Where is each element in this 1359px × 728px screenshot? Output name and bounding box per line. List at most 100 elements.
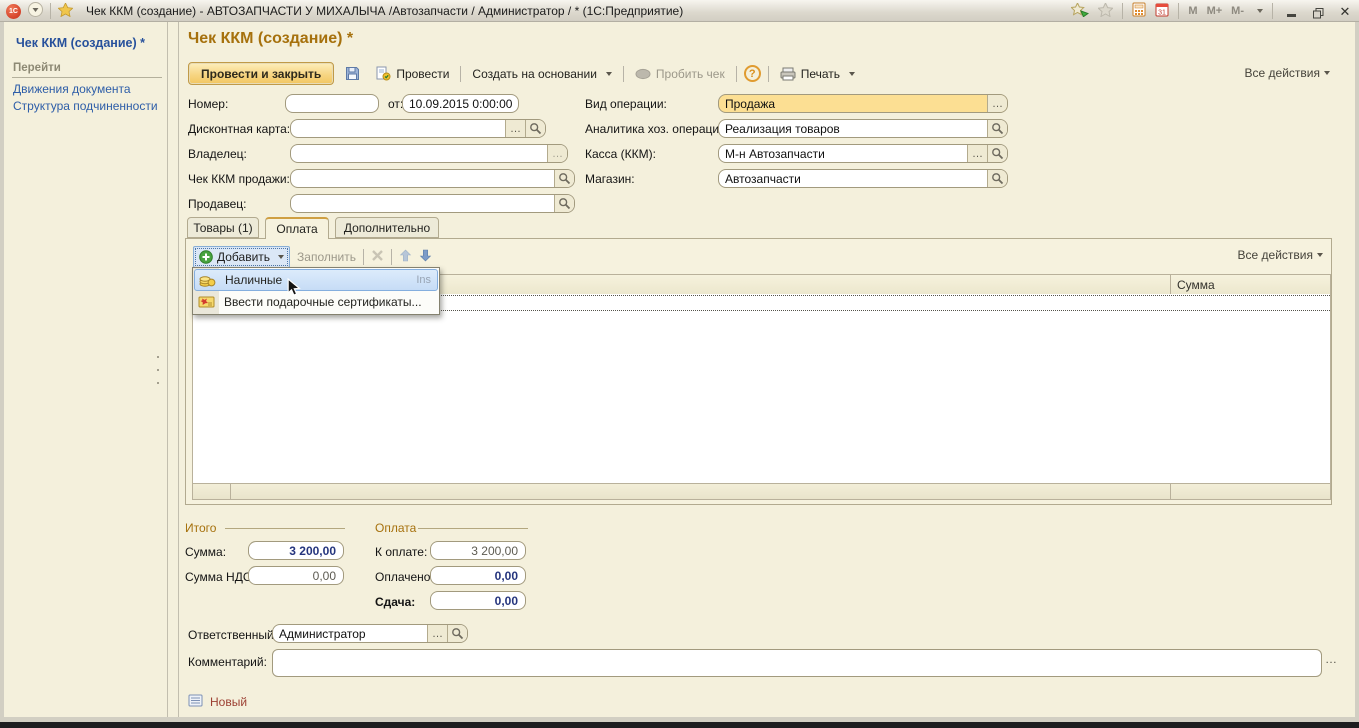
responsible-search-button[interactable] <box>447 625 467 642</box>
post-and-close-button[interactable]: Провести и закрыть <box>188 62 334 85</box>
sidebar-link-subordination-structure[interactable]: Структура подчиненности <box>13 99 158 113</box>
sum-label: Сумма: <box>185 545 226 559</box>
move-down-icon <box>419 249 432 262</box>
page-title: Чек ККМ (создание) * <box>188 30 353 48</box>
store-search-button[interactable] <box>987 170 1007 187</box>
seller-input[interactable] <box>290 194 575 213</box>
calendar-icon[interactable]: 31 <box>1155 2 1169 20</box>
menu-item-cash[interactable]: Наличные Ins <box>194 269 438 291</box>
operation-kind-label: Вид операции: <box>585 97 667 111</box>
restore-button[interactable] <box>1309 4 1327 19</box>
all-actions-button[interactable]: Все действия <box>1245 66 1330 80</box>
store-input[interactable]: Автозапчасти <box>718 169 1008 188</box>
menu-item-gift-certificates[interactable]: Ввести подарочные сертификаты... <box>194 291 438 313</box>
close-icon: ✕ <box>1340 4 1351 19</box>
separator <box>1122 3 1123 19</box>
payment-all-actions-button[interactable]: Все действия <box>1238 248 1323 262</box>
tab-goods[interactable]: Товары (1) <box>187 217 259 238</box>
vat-value-field[interactable]: 0,00 <box>248 566 344 585</box>
column-header-sum[interactable]: Сумма <box>1170 274 1331 295</box>
owner-ellipsis-button[interactable]: … <box>547 145 567 162</box>
fill-button[interactable]: Заполнить <box>297 250 356 264</box>
kkm-sale-check-search-button[interactable] <box>554 170 574 187</box>
discount-card-input[interactable]: … <box>290 119 546 138</box>
move-up-button[interactable] <box>399 249 412 265</box>
date-label: от: <box>388 97 403 111</box>
payment-table-body[interactable] <box>192 294 1331 483</box>
star-dim-icon[interactable] <box>1098 3 1113 20</box>
cash-register-ellipsis-button[interactable]: … <box>967 145 987 162</box>
chevron-down-icon <box>849 72 855 76</box>
titlebar-left-icons: 1С <box>6 3 73 19</box>
sidebar-document-title[interactable]: Чек ККМ (создание) * <box>16 36 145 50</box>
add-favorite-icon[interactable] <box>1071 3 1089 20</box>
titlebar: 1С Чек ККМ (создание) - АВТОЗАПЧАСТИ У М… <box>0 0 1359 22</box>
tab-payment[interactable]: Оплата <box>265 217 329 239</box>
memory-m-minus-button[interactable]: M- <box>1231 5 1244 17</box>
mouse-cursor <box>287 278 302 300</box>
responsible-input[interactable]: Администратор … <box>272 624 468 643</box>
favorites-star-icon[interactable] <box>58 3 73 20</box>
splitter-handle[interactable] <box>157 356 159 384</box>
chevron-down-icon <box>1317 253 1323 257</box>
delete-row-button[interactable] <box>371 249 384 265</box>
history-dropdown-icon[interactable] <box>28 2 43 20</box>
table-footer-cell <box>230 483 1171 500</box>
create-on-basis-button[interactable]: Создать на основании <box>468 63 616 85</box>
save-button[interactable] <box>341 63 364 85</box>
operation-analytics-search-button[interactable] <box>987 120 1007 137</box>
comment-input[interactable] <box>272 649 1322 677</box>
print-icon <box>780 67 796 81</box>
store-label: Магазин: <box>585 172 635 186</box>
minimize-button[interactable] <box>1282 4 1300 19</box>
operation-kind-input[interactable]: Продажа … <box>718 94 1008 113</box>
memory-m-plus-button[interactable]: M+ <box>1207 5 1223 17</box>
minimize-icon <box>1287 14 1296 17</box>
comment-ellipsis-button[interactable]: … <box>1325 652 1337 666</box>
seller-label: Продавец: <box>188 197 247 211</box>
change-value-field[interactable]: 0,00 <box>430 591 526 610</box>
search-icon <box>991 147 1004 160</box>
move-down-button[interactable] <box>419 249 432 265</box>
memory-m-button[interactable]: M <box>1188 5 1197 17</box>
discount-card-search-button[interactable] <box>525 120 545 137</box>
cash-register-label: Касса (ККМ): <box>585 147 656 161</box>
add-button[interactable]: Добавить <box>193 246 290 268</box>
operation-analytics-input[interactable]: Реализация товаров <box>718 119 1008 138</box>
responsible-ellipsis-button[interactable]: … <box>427 625 447 642</box>
sidebar-link-document-movements[interactable]: Движения документа <box>13 82 131 96</box>
seller-search-button[interactable] <box>554 195 574 212</box>
window-frame-left <box>0 22 4 722</box>
post-button[interactable]: Провести <box>371 63 453 85</box>
cash-register-search-button[interactable] <box>987 145 1007 162</box>
cash-register-input[interactable]: М-н Автозапчасти … <box>718 144 1008 163</box>
chevron-down-icon <box>606 72 612 76</box>
number-input[interactable] <box>285 94 379 113</box>
tab-additional[interactable]: Дополнительно <box>335 217 439 238</box>
paid-value-field[interactable]: 0,00 <box>430 566 526 585</box>
titlebar-chevron-down-icon[interactable] <box>1257 9 1263 13</box>
to-pay-value-field[interactable]: 3 200,00 <box>430 541 526 560</box>
operation-kind-ellipsis-button[interactable]: … <box>987 95 1007 112</box>
close-button[interactable]: ✕ <box>1336 4 1354 19</box>
owner-input[interactable]: … <box>290 144 568 163</box>
punch-check-button[interactable]: Пробить чек <box>631 63 729 85</box>
chevron-down-icon <box>278 255 284 259</box>
calculator-icon[interactable] <box>1132 2 1146 20</box>
print-button[interactable]: Печать <box>776 63 859 85</box>
sum-value-field[interactable]: 3 200,00 <box>248 541 344 560</box>
separator <box>50 3 51 19</box>
chevron-down-icon <box>1324 71 1330 75</box>
window-title: Чек ККМ (создание) - АВТОЗАПЧАСТИ У МИХА… <box>86 4 683 18</box>
app-logo-icon[interactable]: 1С <box>6 4 21 19</box>
discount-card-ellipsis-button[interactable]: … <box>505 120 525 137</box>
to-pay-label: К оплате: <box>375 545 427 559</box>
restore-icon <box>1313 8 1324 19</box>
separator <box>768 66 769 82</box>
table-footer-cell <box>1170 483 1331 500</box>
kkm-sale-check-input[interactable] <box>290 169 575 188</box>
document-status-icon <box>188 694 203 710</box>
move-up-icon <box>399 249 412 262</box>
date-input[interactable]: 10.09.2015 0:00:00 <box>402 94 519 113</box>
help-button[interactable]: ? <box>744 65 761 82</box>
